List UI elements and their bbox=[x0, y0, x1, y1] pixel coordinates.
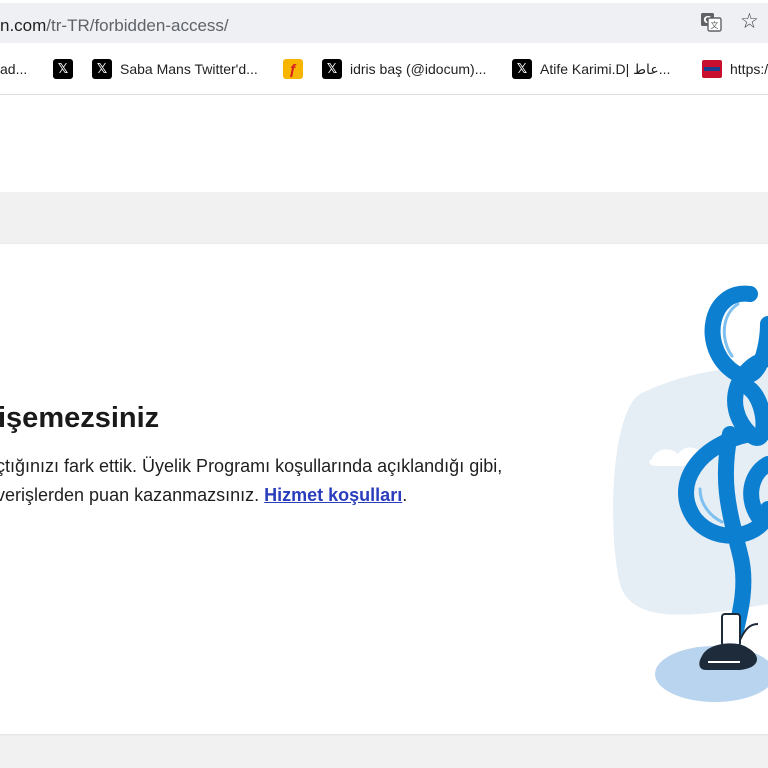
bookmark-star-icon[interactable]: ☆ bbox=[740, 11, 759, 33]
description-text: verişlerden puan kazanmazsınız. bbox=[0, 485, 260, 505]
browser-chrome: n.com/tr-TR/forbidden-access/ G 文 ☆ ad..… bbox=[0, 0, 768, 95]
x-logo-icon: 𝕏 bbox=[512, 59, 532, 79]
url-host: n.com bbox=[0, 16, 47, 35]
orange-site-icon: ƒ bbox=[283, 59, 303, 79]
terms-suffix: . bbox=[402, 485, 408, 505]
tangled-person-illustration bbox=[613, 285, 768, 702]
page-description: çtığınızı fark ettik. Üyelik Programı ko… bbox=[0, 452, 596, 510]
bookmark-item[interactable]: 𝕏 bbox=[53, 58, 81, 80]
bookmark-item[interactable]: 𝕏 Saba Mans Twitter'd... bbox=[92, 58, 258, 80]
x-logo-icon: 𝕏 bbox=[322, 59, 342, 79]
description-line: çtığınızı fark ettik. Üyelik Programı ko… bbox=[0, 456, 503, 476]
x-logo-icon: 𝕏 bbox=[53, 59, 73, 79]
url-path: /tr-TR/forbidden-access/ bbox=[46, 16, 229, 35]
news-site-icon bbox=[702, 60, 722, 78]
description-line-with-link: verişlerden puan kazanmazsınız. Hizmet k… bbox=[0, 481, 596, 510]
translate-icon[interactable]: G 文 bbox=[700, 12, 722, 32]
bookmarks-bar: ad... 𝕏 𝕏 Saba Mans Twitter'd... ƒ 𝕏 idr… bbox=[0, 54, 768, 84]
svg-text:文: 文 bbox=[711, 20, 719, 30]
url-text[interactable]: n.com/tr-TR/forbidden-access/ bbox=[0, 15, 229, 37]
bookmark-item[interactable]: https:/ bbox=[702, 58, 768, 80]
bookmark-item[interactable]: 𝕏 Atife Karimi.D| عاط... bbox=[512, 58, 670, 80]
site-header bbox=[0, 95, 768, 192]
address-bar[interactable]: n.com/tr-TR/forbidden-access/ bbox=[0, 3, 768, 43]
terms-of-service-link[interactable]: Hizmet koşulları bbox=[264, 485, 402, 505]
x-logo-icon: 𝕏 bbox=[92, 59, 112, 79]
forbidden-access-card: işemezsiniz çtığınızı fark ettik. Üyelik… bbox=[0, 243, 768, 734]
bookmark-item[interactable]: 𝕏 idris baş (@idocum)... bbox=[322, 58, 486, 80]
bookmark-item[interactable]: ad... bbox=[0, 58, 27, 80]
page-title: işemezsiniz bbox=[0, 402, 160, 434]
bookmark-item[interactable]: ƒ bbox=[283, 58, 303, 80]
